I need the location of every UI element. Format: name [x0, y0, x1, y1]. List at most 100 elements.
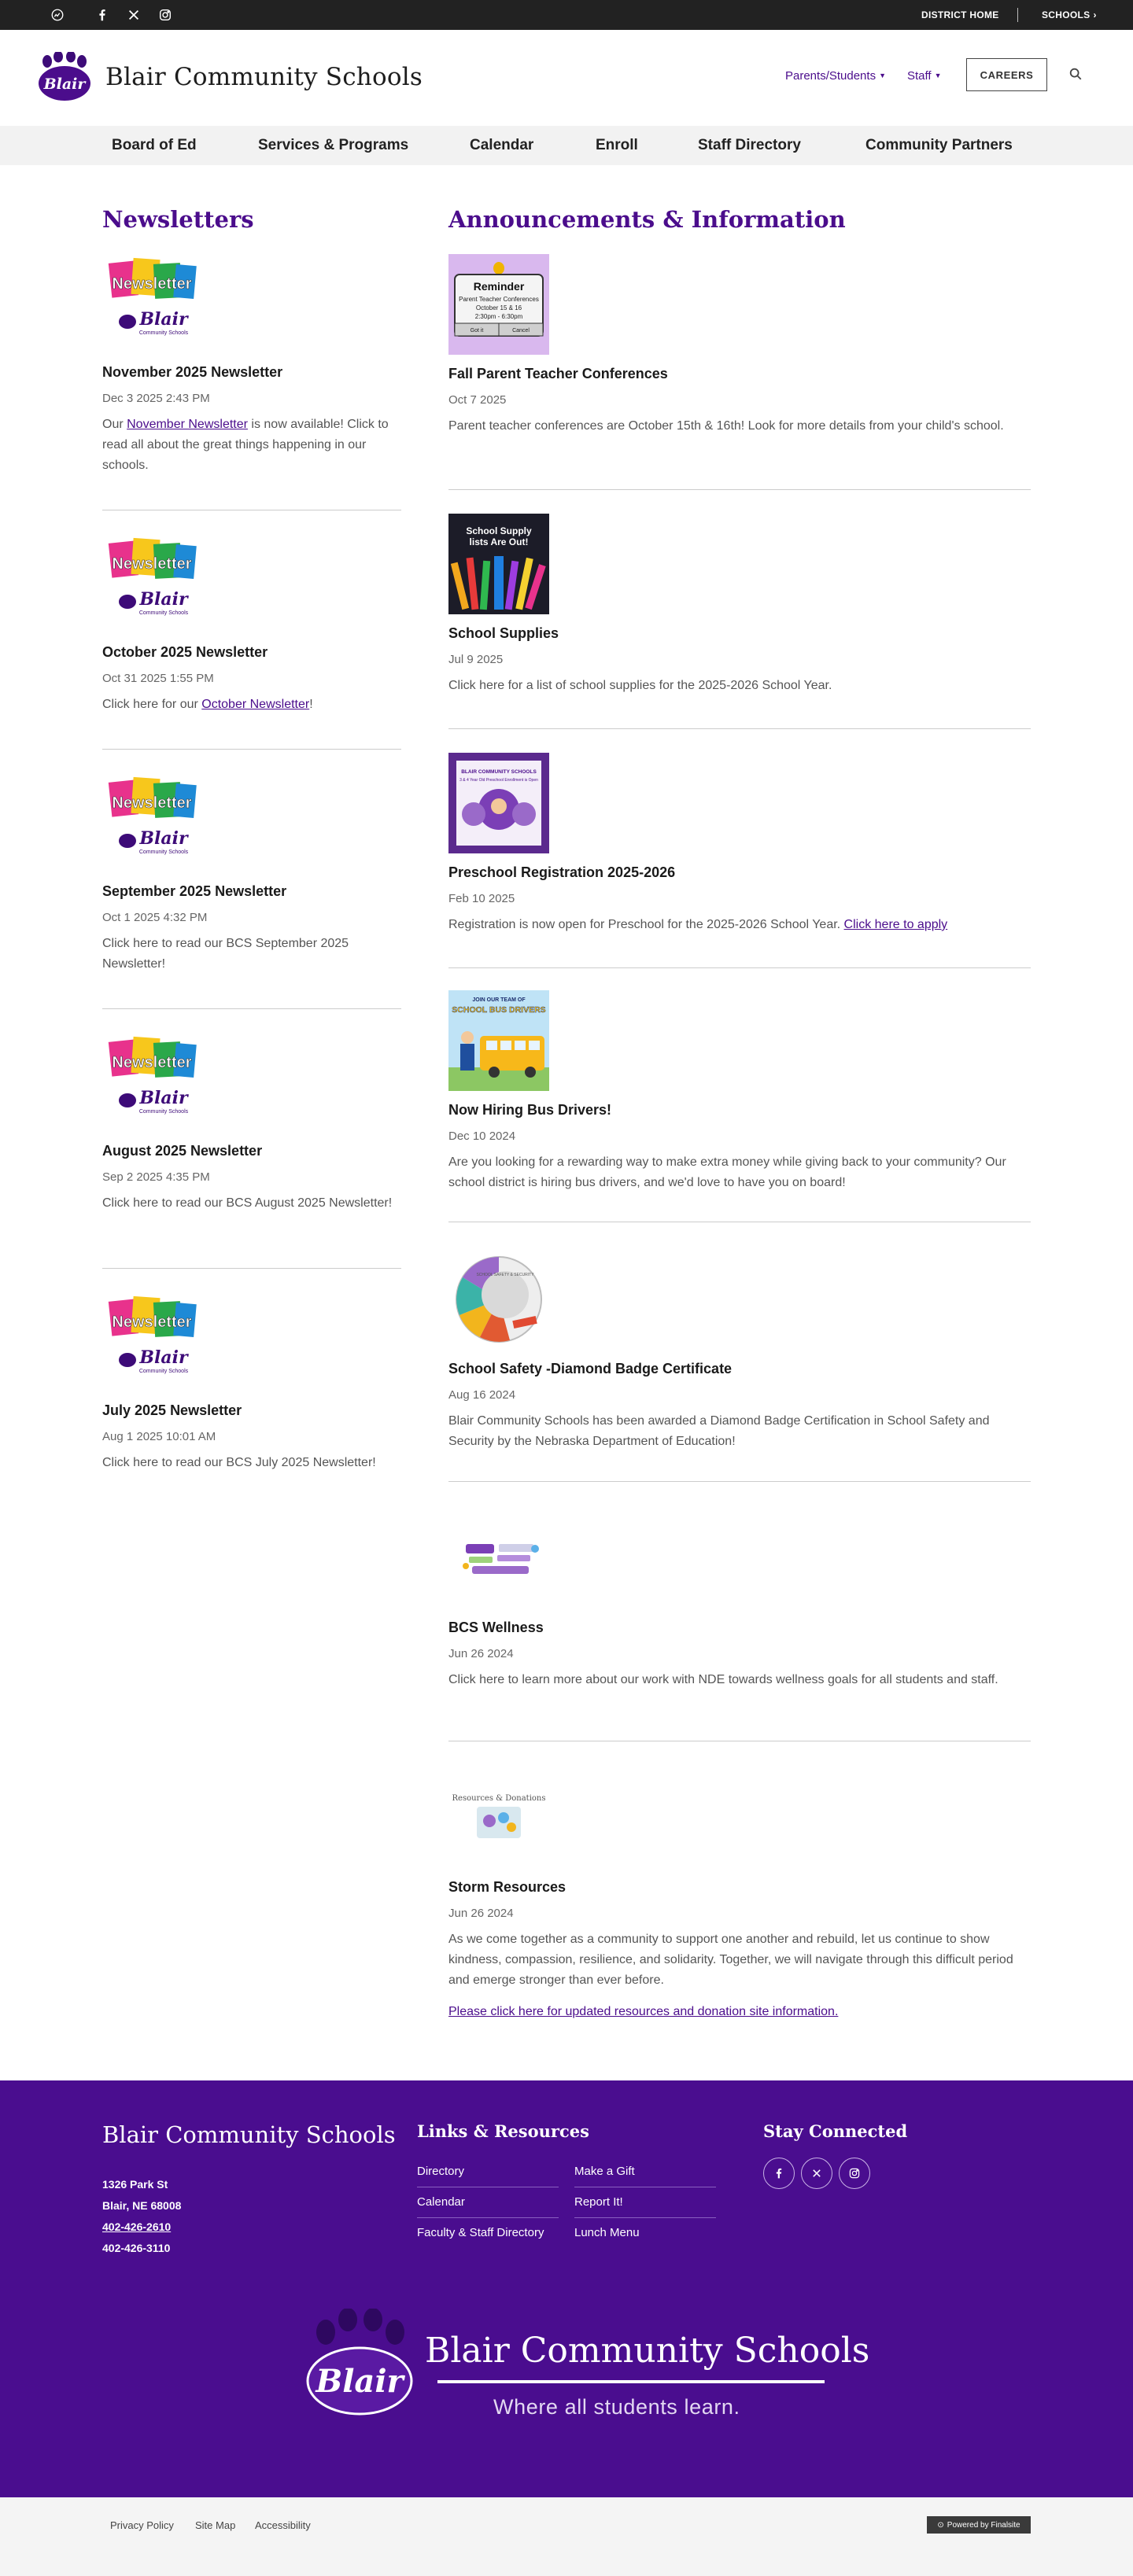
thumb-text: SCHOOL BUS DRIVERS — [452, 1005, 545, 1015]
divider — [102, 749, 401, 750]
announcement-desc: Registration is now open for Preschool f… — [448, 915, 1031, 935]
thumb-text: Blair — [138, 828, 189, 849]
newsletter-thumbnail[interactable]: Newsletter Blair Community Schools — [102, 534, 201, 633]
announcement-thumbnail[interactable] — [448, 1508, 549, 1609]
x-icon[interactable] — [801, 2158, 832, 2189]
facebook-icon[interactable] — [763, 2158, 795, 2189]
announcement-title[interactable]: Storm Resources — [448, 1879, 1031, 1896]
newsletter-item[interactable]: Newsletter Blair Community Schools Augus… — [102, 1033, 401, 1214]
announcement-item[interactable]: Reminder Parent Teacher Conferences Octo… — [448, 254, 1031, 437]
announcement-title[interactable]: Preschool Registration 2025-2026 — [448, 864, 1031, 881]
footer-link-make-a-gift[interactable]: Make a Gift — [574, 2157, 716, 2187]
announcement-thumbnail[interactable]: SCHOOL SAFETY & SECURITY — [448, 1249, 549, 1350]
announcement-item[interactable]: BLAIR COMMUNITY SCHOOLS 3 & 4 Year Old P… — [448, 753, 1031, 935]
nav-board-of-ed[interactable]: Board of Ed — [112, 137, 197, 154]
announcement-title[interactable]: Now Hiring Bus Drivers! — [448, 1102, 1031, 1118]
footer-logo-underline — [437, 2380, 825, 2383]
site-title[interactable]: Blair Community Schools — [105, 63, 423, 91]
announcement-date: Oct 7 2025 — [448, 393, 507, 407]
nav-calendar[interactable]: Calendar — [470, 137, 533, 154]
announcement-thumbnail[interactable]: School Supply lists Are Out! — [448, 514, 549, 614]
newsletter-title[interactable]: November 2025 Newsletter — [102, 364, 401, 381]
announcement-date: Jun 26 2024 — [448, 1907, 514, 1920]
announcement-item[interactable]: BCS Wellness Jun 26 2024 Click here to l… — [448, 1508, 1031, 1690]
announcement-item[interactable]: School Supply lists Are Out! School Supp… — [448, 514, 1031, 696]
nav-staff-directory[interactable]: Staff Directory — [698, 137, 801, 154]
newsletter-item[interactable]: Newsletter Blair Community Schools Octob… — [102, 534, 401, 715]
announcement-title[interactable]: BCS Wellness — [448, 1620, 1031, 1636]
nav-staff[interactable]: Staff ▼ — [907, 69, 942, 83]
newsletter-thumbnail[interactable]: Newsletter Blair Community Schools — [102, 1033, 201, 1132]
newsletter-title[interactable]: July 2025 Newsletter — [102, 1402, 401, 1419]
newsletter-thumbnail[interactable]: Newsletter Blair Community Schools — [102, 1292, 201, 1391]
topbar-divider — [1017, 8, 1018, 22]
november-newsletter-link[interactable]: November Newsletter — [127, 418, 248, 431]
announcement-item[interactable]: SCHOOL SAFETY & SECURITY School Safety -… — [448, 1249, 1031, 1452]
announcement-title[interactable]: School Safety -Diamond Badge Certificate — [448, 1361, 1031, 1377]
thumb-text: Community Schools — [139, 1369, 189, 1374]
paw-logo-icon[interactable]: Blair — [36, 52, 93, 102]
powered-by-badge[interactable]: ⊙ Powered by Finalsite — [927, 2516, 1031, 2534]
footer-link-calendar[interactable]: Calendar — [417, 2187, 559, 2218]
footer-link-faculty-directory[interactable]: Faculty & Staff Directory — [417, 2218, 559, 2249]
instagram-icon[interactable] — [158, 8, 172, 22]
x-icon[interactable] — [127, 8, 141, 22]
footer-link-directory[interactable]: Directory — [417, 2157, 559, 2187]
newsletter-item[interactable]: Newsletter Blair Community Schools Novem… — [102, 254, 401, 476]
footer-link-lunch-menu[interactable]: Lunch Menu — [574, 2218, 716, 2249]
site-header: Blair Blair Community Schools Parents/St… — [0, 30, 1133, 126]
announcement-title[interactable]: School Supplies — [448, 625, 1031, 642]
announcement-desc: Click here for a list of school supplies… — [448, 679, 832, 692]
announcement-item[interactable]: Resources & Donations Storm Resources Ju… — [448, 1767, 1031, 2019]
preschool-apply-link[interactable]: Click here to apply — [844, 918, 948, 931]
announcement-date: Jul 9 2025 — [448, 653, 504, 666]
storm-resources-link[interactable]: Please click here for updated resources … — [448, 2005, 1031, 2019]
footer-title: Blair Community Schools — [102, 2121, 396, 2148]
instagram-icon[interactable] — [839, 2158, 870, 2189]
nav-parents-students[interactable]: Parents/Students ▼ — [785, 69, 886, 83]
announcement-desc: Click here to learn more about our work … — [448, 1673, 998, 1686]
accessibility-link[interactable]: Accessibility — [255, 2519, 311, 2531]
announcement-thumbnail[interactable]: JOIN OUR TEAM OF SCHOOL BUS DRIVERS — [448, 990, 549, 1091]
newsletter-thumbnail[interactable]: Newsletter Blair Community Schools — [102, 254, 201, 353]
chat-icon[interactable] — [50, 8, 65, 22]
announcement-date: Jun 26 2024 — [448, 1647, 514, 1660]
announcement-thumbnail[interactable]: Resources & Donations — [448, 1767, 549, 1868]
privacy-policy-link[interactable]: Privacy Policy — [110, 2519, 174, 2531]
district-home-link[interactable]: DISTRICT HOME — [921, 9, 999, 20]
footer-link-report-it[interactable]: Report It! — [574, 2187, 716, 2218]
facebook-icon[interactable] — [95, 8, 109, 22]
thumb-text: Newsletter — [112, 1314, 191, 1331]
nav-community-partners[interactable]: Community Partners — [865, 137, 1013, 154]
announcement-thumbnail[interactable]: Reminder Parent Teacher Conferences Octo… — [448, 254, 549, 355]
search-icon[interactable] — [1068, 67, 1084, 83]
newsletter-desc: Click here for our October Newsletter! — [102, 695, 401, 715]
announcement-desc: Blair Community Schools has been awarded… — [448, 1414, 990, 1448]
newsletter-item[interactable]: Newsletter Blair Community Schools July … — [102, 1292, 401, 1473]
newsletter-date: Aug 1 2025 10:01 AM — [102, 1430, 216, 1443]
thumb-text: Resources & Donations — [452, 1794, 546, 1803]
newsletter-thumbnail[interactable]: Newsletter Blair Community Schools — [102, 773, 201, 872]
newsletter-title[interactable]: August 2025 Newsletter — [102, 1143, 401, 1159]
schools-menu[interactable]: SCHOOLS › — [1042, 9, 1097, 20]
newsletter-item[interactable]: Newsletter Blair Community Schools Septe… — [102, 773, 401, 975]
site-map-link[interactable]: Site Map — [195, 2519, 235, 2531]
announcement-item[interactable]: JOIN OUR TEAM OF SCHOOL BUS DRIVERS Now … — [448, 990, 1031, 1193]
nav-enroll[interactable]: Enroll — [596, 137, 638, 154]
announcement-thumbnail[interactable]: BLAIR COMMUNITY SCHOOLS 3 & 4 Year Old P… — [448, 753, 549, 853]
thumb-text: lists Are Out! — [470, 536, 529, 547]
thumb-text: Community Schools — [139, 330, 189, 336]
announcement-title[interactable]: Fall Parent Teacher Conferences — [448, 366, 1031, 382]
nav-services-programs[interactable]: Services & Programs — [258, 137, 408, 154]
footer-phone-link[interactable]: 402-426-2610 — [102, 2220, 171, 2233]
newsletter-date: Dec 3 2025 2:43 PM — [102, 392, 210, 405]
october-newsletter-link[interactable]: October Newsletter — [201, 698, 309, 711]
schools-label: SCHOOLS — [1042, 9, 1091, 20]
careers-button[interactable]: CAREERS — [966, 58, 1047, 91]
thumb-text: Community Schools — [139, 1109, 189, 1115]
newsletter-title[interactable]: September 2025 Newsletter — [102, 883, 401, 900]
divider — [448, 967, 1031, 968]
newsletter-title[interactable]: October 2025 Newsletter — [102, 644, 401, 661]
newsletters-heading: Newsletters — [102, 206, 254, 233]
footer-paw-logo-icon[interactable]: Blair — [302, 2309, 417, 2417]
